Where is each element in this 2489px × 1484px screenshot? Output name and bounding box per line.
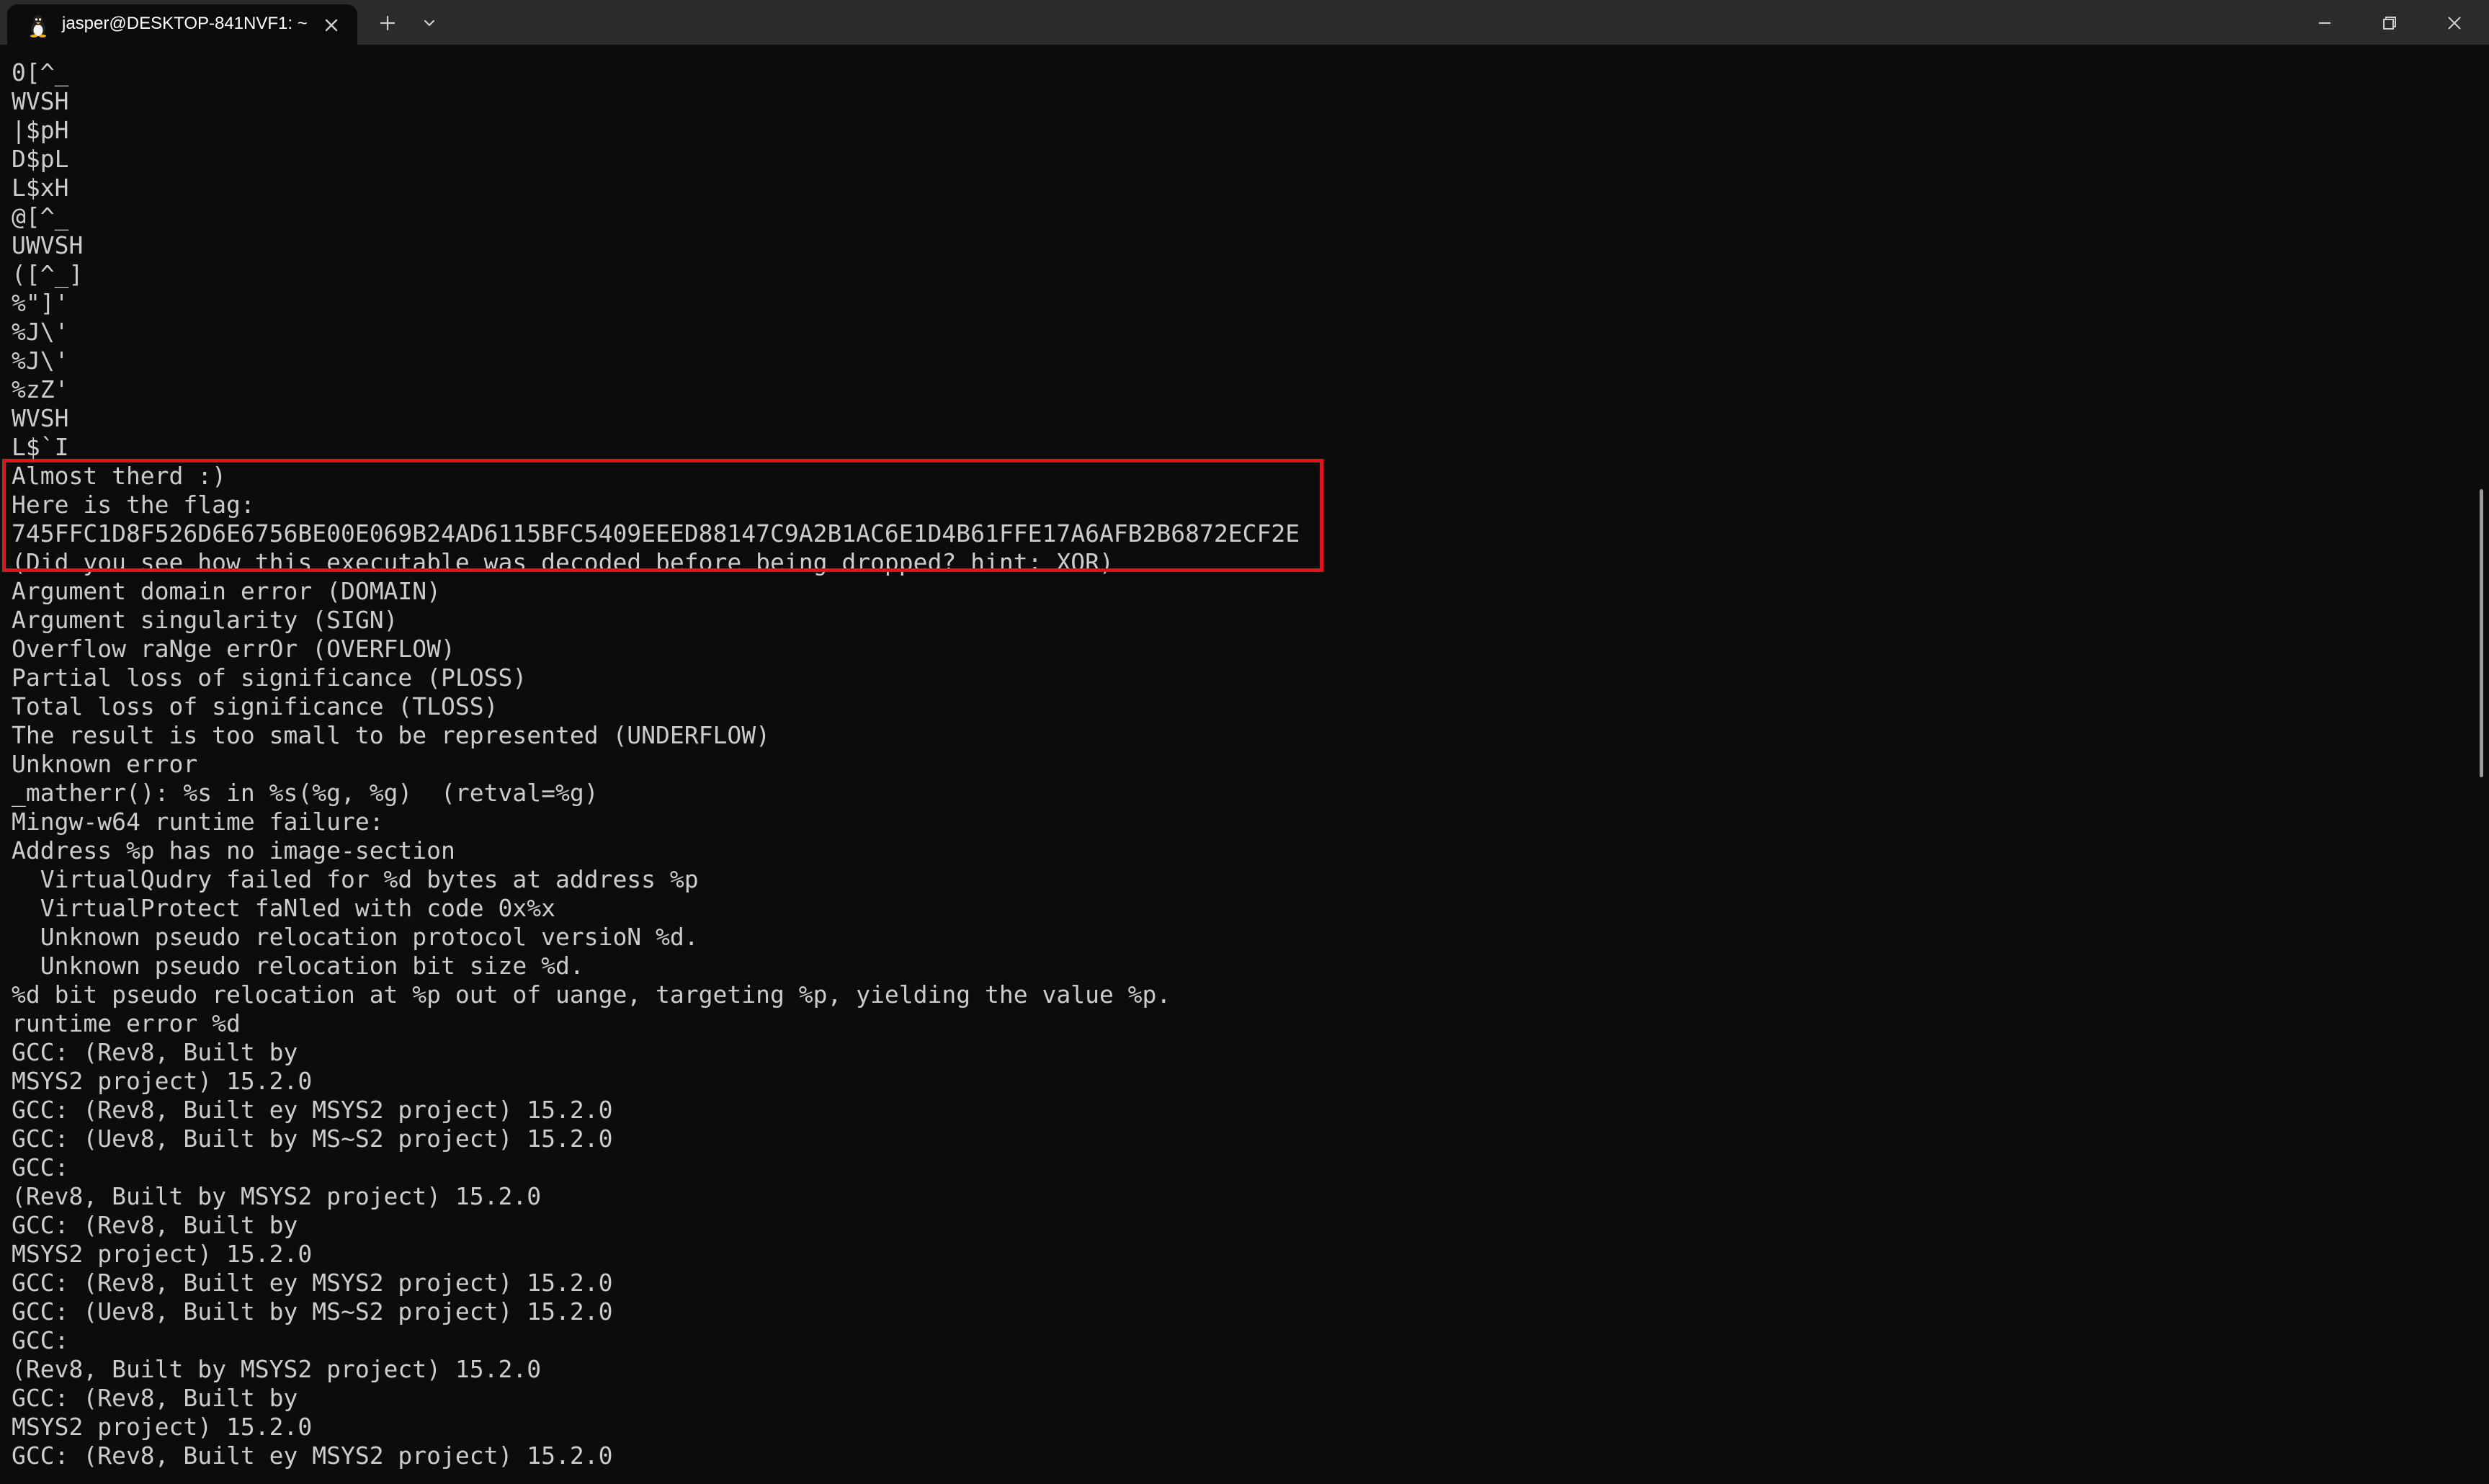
- terminal-output[interactable]: 0[^_ WVSH |$pH D$pL L$xH @[^_ UWVSH ([^_] %"]' %J…: [0, 45, 2464, 1484]
- terminal-text: 0[^_ WVSH |$pH D$pL L$xH @[^_ UWVSH ([^_] %"]' %J…: [12, 58, 1300, 1470]
- terminal-line: %J\': [12, 347, 69, 375]
- terminal-line: %"]': [12, 289, 69, 317]
- terminal-line: Almost therd :): [12, 462, 227, 490]
- terminal-line: L$`I: [12, 433, 69, 461]
- terminal-tab[interactable]: jasper@DESKTOP-841NVF1: ~: [7, 4, 357, 45]
- terminal-line: WVSH: [12, 404, 69, 432]
- terminal-line: Argument singularity (SIGN): [12, 606, 398, 634]
- close-tab-icon[interactable]: [318, 12, 344, 38]
- chevron-down-icon[interactable]: [415, 9, 444, 37]
- terminal-line: L$xH: [12, 174, 69, 202]
- terminal-line: (Did you see how this executable was dec…: [12, 548, 1114, 576]
- terminal-line: Overflow raNge errOr (OVERFLOW): [12, 635, 455, 663]
- terminal-line: Unknown pseudo relocation bit size %d.: [12, 952, 584, 980]
- terminal-line: The result is too small to be represente…: [12, 721, 770, 749]
- terminal-line: GCC:: [12, 1153, 69, 1181]
- terminal-line: GCC: (Rev8, Built ey MSYS2 project) 15.2…: [12, 1096, 613, 1124]
- terminal-line: Unknown pseudo relocation protocol versi…: [12, 923, 699, 951]
- terminal-line: @[^_: [12, 202, 69, 231]
- terminal-line: Argument domain error (DOMAIN): [12, 577, 442, 605]
- terminal-line: %d bit pseudo relocation at %p out of ua…: [12, 980, 1171, 1009]
- minimize-icon[interactable]: [2307, 9, 2342, 37]
- terminal-line: GCC: (Rev8, Built ey MSYS2 project) 15.2…: [12, 1441, 613, 1470]
- terminal-line: Here is the flag:: [12, 491, 255, 519]
- terminal-line: Partial loss of significance (PLOSS): [12, 663, 527, 692]
- scrollbar-thumb[interactable]: [2480, 489, 2483, 777]
- terminal-line: MSYS2 project) 15.2.0: [12, 1067, 313, 1095]
- terminal-line: 0[^_: [12, 58, 69, 86]
- terminal-line: %J\': [12, 318, 69, 346]
- terminal-line: MSYS2 project) 15.2.0: [12, 1240, 313, 1268]
- terminal-line: (Rev8, Built by MSYS2 project) 15.2.0: [12, 1182, 542, 1210]
- terminal-line: VirtualProtect faNled with code 0x%x: [12, 894, 555, 922]
- terminal-line: Mingw-w64 runtime failure:: [12, 808, 384, 836]
- terminal-line: MSYS2 project) 15.2.0: [12, 1413, 313, 1441]
- tab-title: jasper@DESKTOP-841NVF1: ~: [62, 14, 308, 33]
- terminal-line: WVSH: [12, 87, 69, 115]
- terminal-line: (Rev8, Built by MSYS2 project) 15.2.0: [12, 1355, 542, 1383]
- terminal-line: %zZ': [12, 375, 69, 403]
- terminal-line: UWVSH: [12, 231, 84, 259]
- new-tab-plus-icon[interactable]: [373, 9, 402, 37]
- restore-icon[interactable]: [2372, 9, 2407, 37]
- linux-penguin-icon: [30, 15, 46, 37]
- title-bar: jasper@DESKTOP-841NVF1: ~: [0, 0, 2489, 45]
- terminal-line: Unknown error: [12, 750, 198, 778]
- terminal-line: GCC: (Uev8, Built by MS~S2 project) 15.2…: [12, 1125, 613, 1153]
- terminal-line: GCC:: [12, 1326, 69, 1354]
- terminal-line: VirtualQudry failed for %d bytes at addr…: [12, 865, 699, 893]
- close-window-icon[interactable]: [2437, 9, 2472, 37]
- terminal-line: _matherr(): %s in %s(%g, %g) (retval=%g): [12, 779, 599, 807]
- terminal-line: GCC: (Rev8, Built ey MSYS2 project) 15.2…: [12, 1269, 613, 1297]
- terminal-line: |$pH: [12, 116, 69, 144]
- terminal-line: Total loss of significance (TLOSS): [12, 692, 499, 720]
- terminal-line: GCC: (Rev8, Built by: [12, 1384, 298, 1412]
- terminal-line: GCC: (Rev8, Built by: [12, 1038, 298, 1066]
- terminal-line: GCC: (Rev8, Built by: [12, 1211, 298, 1239]
- terminal-line: D$pL: [12, 145, 69, 173]
- terminal-line: GCC: (Uev8, Built by MS~S2 project) 15.2…: [12, 1297, 613, 1326]
- terminal-line: runtime error %d: [12, 1009, 241, 1037]
- terminal-line: 745FFC1D8F526D6E6756BE00E069B24AD6115BFC…: [12, 519, 1300, 547]
- terminal-line: ([^_]: [12, 260, 84, 288]
- vertical-scrollbar[interactable]: [2464, 45, 2489, 1484]
- terminal-line: Address %p has no image-section: [12, 836, 455, 864]
